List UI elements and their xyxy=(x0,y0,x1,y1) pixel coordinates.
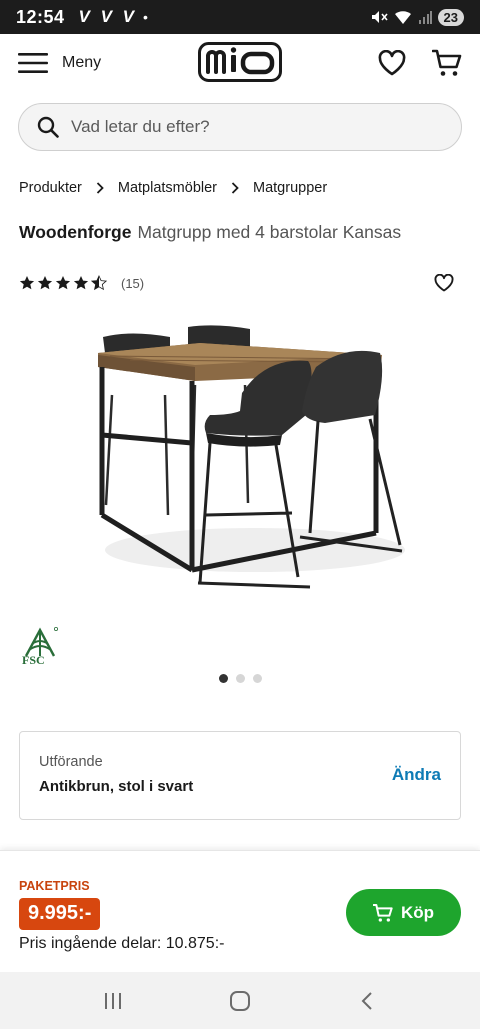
cart-icon xyxy=(372,903,393,922)
breadcrumb-item-matgrupper[interactable]: Matgrupper xyxy=(253,180,327,196)
price-badge: 9.995:- xyxy=(19,898,101,930)
header-icons xyxy=(378,48,462,78)
star-rating xyxy=(19,275,107,291)
rating[interactable]: (15) xyxy=(19,275,144,291)
mute-icon xyxy=(371,11,388,23)
header: Meny xyxy=(0,34,480,92)
home-icon xyxy=(229,990,250,1011)
mio-logo[interactable] xyxy=(198,42,282,82)
carousel-dot[interactable] xyxy=(252,674,262,683)
variant-selector[interactable]: Utförande Antikbrun, stol i svart Ändra xyxy=(19,731,461,820)
battery-indicator: 23 xyxy=(437,8,464,26)
chevron-right-icon xyxy=(231,182,239,194)
cart-icon[interactable] xyxy=(432,48,462,78)
back-icon xyxy=(361,991,372,1010)
fsc-label: FSC xyxy=(22,653,45,667)
purchase-bar: PAKETPRIS 9.995:- Pris ingående delar: 1… xyxy=(0,850,480,972)
package-price-label: PAKETPRIS xyxy=(19,879,90,893)
variant-label: Utförande xyxy=(39,754,103,770)
star-icon xyxy=(19,276,35,290)
star-icon xyxy=(55,276,71,290)
breadcrumb-item-produkter[interactable]: Produkter xyxy=(19,180,82,196)
menu-icon xyxy=(18,53,48,73)
search-icon xyxy=(37,116,59,138)
product-brand[interactable]: Woodenforge xyxy=(19,222,131,242)
breadcrumb-item-matplatsmobler[interactable]: Matplatsmöbler xyxy=(118,180,217,196)
breadcrumb: Produkter Matplatsmöbler Matgrupper xyxy=(19,180,327,196)
wifi-icon xyxy=(394,10,411,24)
product-title: Woodenforge Matgrupp med 4 barstolar Kans… xyxy=(19,222,401,243)
wishlist-heart-icon[interactable] xyxy=(434,274,454,292)
back-button[interactable] xyxy=(347,981,387,1021)
status-time: 12:54 xyxy=(16,6,65,27)
heart-icon[interactable] xyxy=(378,50,406,76)
status-dot: • xyxy=(143,9,148,25)
recent-apps-button[interactable] xyxy=(93,981,133,1021)
star-icon xyxy=(37,276,53,290)
product-image[interactable] xyxy=(70,315,420,605)
star-icon xyxy=(73,276,89,290)
search-bar[interactable] xyxy=(18,103,462,151)
system-nav-bar xyxy=(0,972,480,1029)
carousel-dot[interactable] xyxy=(218,674,228,683)
image-carousel-dots xyxy=(0,674,480,683)
carousel-dot[interactable] xyxy=(235,674,245,683)
notification-icons: V V V xyxy=(78,7,138,26)
status-bar: 12:54 V V V • 23 xyxy=(0,0,480,34)
buy-label: Köp xyxy=(400,902,435,922)
chevron-right-icon xyxy=(96,182,104,194)
menu-label: Meny xyxy=(62,54,102,71)
change-variant-link[interactable]: Ändra xyxy=(392,765,441,785)
half-star-icon xyxy=(91,275,107,291)
parts-price: Pris ingående delar: 10.875:- xyxy=(19,935,225,952)
product-name: Matgrupp med 4 barstolar Kansas xyxy=(137,222,402,242)
variant-value: Antikbrun, stol i svart xyxy=(39,778,194,795)
review-count[interactable]: (15) xyxy=(121,276,144,291)
menu-button[interactable]: Meny xyxy=(18,52,101,74)
recent-apps-icon xyxy=(105,992,122,1009)
signal-icon xyxy=(418,11,432,24)
home-button[interactable] xyxy=(220,981,260,1021)
status-right: 23 xyxy=(370,8,464,26)
search-input[interactable] xyxy=(71,117,431,137)
buy-button[interactable]: Köp xyxy=(346,889,461,936)
